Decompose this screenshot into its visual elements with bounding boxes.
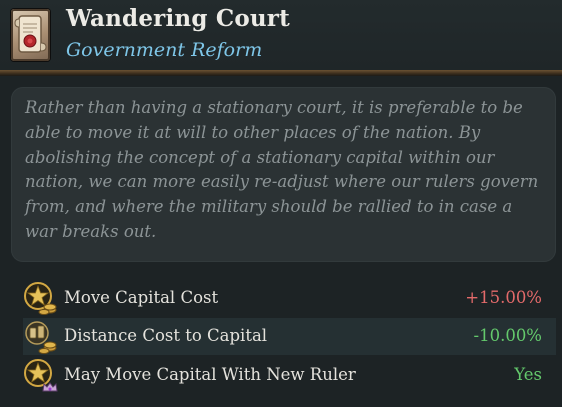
- modifier-label: Distance Cost to Capital: [64, 326, 268, 345]
- modifier-value: Yes: [514, 365, 542, 384]
- modifier-label: May Move Capital With New Ruler: [64, 365, 356, 384]
- reform-category: Government Reform: [66, 39, 263, 61]
- pieces-coins-icon: [23, 319, 59, 355]
- star-coins-icon: [23, 281, 59, 317]
- modifier-row: Distance Cost to Capital -10.00%: [23, 318, 556, 355]
- description-panel: Rather than having a stationary court, i…: [11, 87, 556, 262]
- header-divider: [0, 70, 562, 76]
- modifier-value: +15.00%: [465, 288, 542, 307]
- tooltip-header: Wandering Court Government Reform: [0, 0, 562, 70]
- scroll-seal-icon: [11, 9, 50, 61]
- modifier-row: Move Capital Cost +15.00%: [23, 280, 556, 317]
- modifier-value: -10.00%: [473, 326, 543, 345]
- reform-title: Wandering Court: [66, 5, 290, 32]
- modifier-label: Move Capital Cost: [64, 288, 219, 307]
- star-crown-icon: [23, 358, 59, 394]
- modifier-row: May Move Capital With New Ruler Yes: [23, 357, 556, 394]
- reform-description: Rather than having a stationary court, i…: [25, 98, 539, 241]
